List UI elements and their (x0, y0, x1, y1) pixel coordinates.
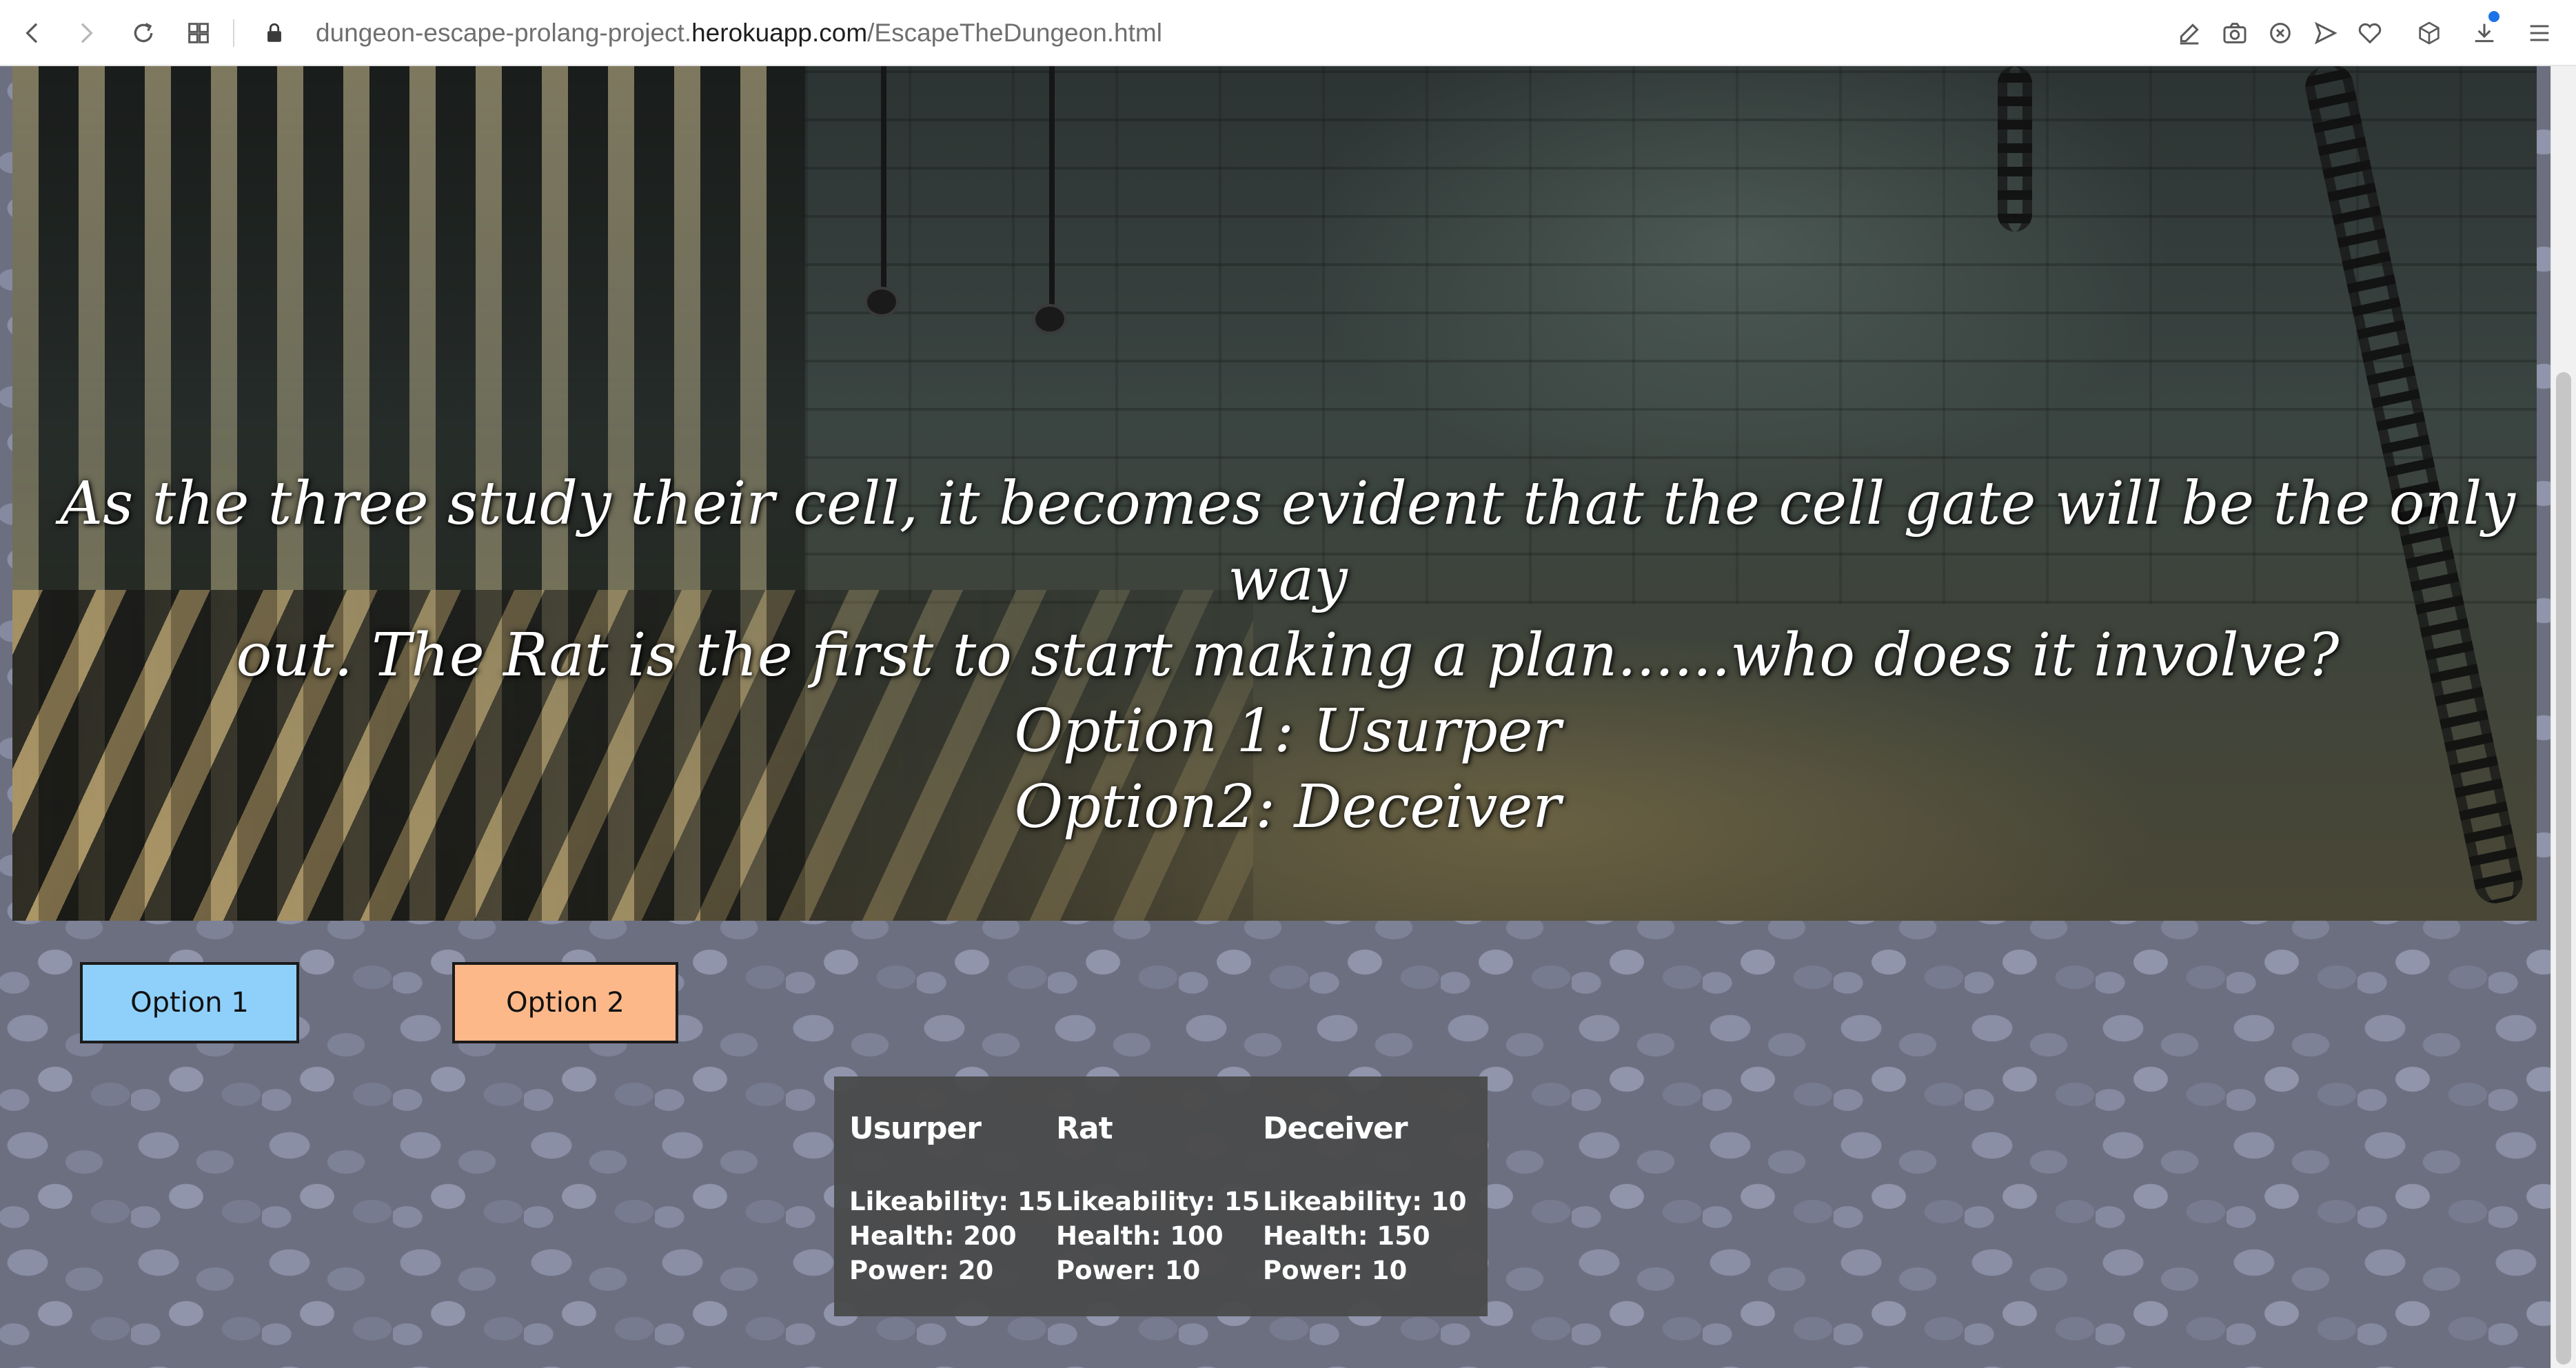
likeability-stat: Likeability: 15 (849, 1187, 1053, 1216)
story-text: As the three study their cell, it become… (54, 466, 2522, 845)
url-subdomain: dungeon-escape-prolang-project. (316, 19, 692, 47)
camera-icon[interactable] (2218, 17, 2251, 50)
back-icon[interactable] (17, 17, 50, 50)
forward-icon[interactable] (69, 17, 102, 50)
url-host: herokuapp.com (691, 19, 868, 47)
edit-icon[interactable] (2173, 17, 2206, 50)
page-viewport: As the three study their cell, it become… (0, 66, 2550, 1368)
browser-toolbar: dungeon-escape-prolang-project.herokuapp… (0, 0, 2576, 66)
power-stat: Power: 10 (1263, 1256, 1408, 1285)
story-option-2: Option2: Deceiver (1014, 773, 1561, 841)
heart-icon[interactable] (2353, 17, 2386, 50)
download-badge (2488, 11, 2499, 22)
health-stat: Health: 200 (849, 1221, 1017, 1251)
hanging-weight (1033, 304, 1067, 334)
hanging-chain (881, 66, 886, 294)
hanging-chain (1049, 66, 1055, 307)
character-name: Rat (1056, 1111, 1113, 1146)
health-stat: Health: 150 (1263, 1221, 1430, 1251)
power-stat: Power: 10 (1056, 1256, 1201, 1285)
address-bar[interactable]: dungeon-escape-prolang-project.herokuapp… (316, 15, 1162, 51)
menu-icon[interactable] (2523, 17, 2556, 50)
option-1-button[interactable]: Option 1 (80, 962, 299, 1043)
lock-icon[interactable] (259, 17, 290, 50)
cube-icon[interactable] (2413, 17, 2446, 50)
url-path: /EscapeTheDungeon.html (867, 19, 1162, 47)
story-option-1: Option 1: Usurper (1014, 697, 1561, 766)
hanging-weight (864, 287, 899, 317)
block-icon[interactable] (2264, 17, 2297, 50)
likeability-stat: Likeability: 15 (1056, 1187, 1260, 1216)
reload-icon[interactable] (127, 17, 160, 50)
dungeon-scene: As the three study their cell, it become… (12, 66, 2537, 921)
power-stat: Power: 20 (849, 1256, 994, 1285)
wall-chain (1998, 66, 2032, 232)
scrollbar-thumb[interactable] (2556, 372, 2571, 1365)
character-name: Deceiver (1263, 1111, 1408, 1146)
character-stats-panel: Usurper Likeability: 15 Health: 200 Powe… (834, 1076, 1488, 1316)
story-line-2: out. The Rat is the first to start makin… (236, 621, 2340, 690)
health-stat: Health: 100 (1056, 1221, 1224, 1251)
option-2-button[interactable]: Option 2 (452, 962, 678, 1043)
story-line-1: As the three study their cell, it become… (60, 469, 2515, 614)
send-icon[interactable] (2309, 17, 2342, 50)
toolbar-divider (233, 19, 234, 47)
character-name: Usurper (849, 1111, 982, 1146)
likeability-stat: Likeability: 10 (1263, 1187, 1467, 1216)
tabs-grid-icon[interactable] (182, 17, 215, 50)
